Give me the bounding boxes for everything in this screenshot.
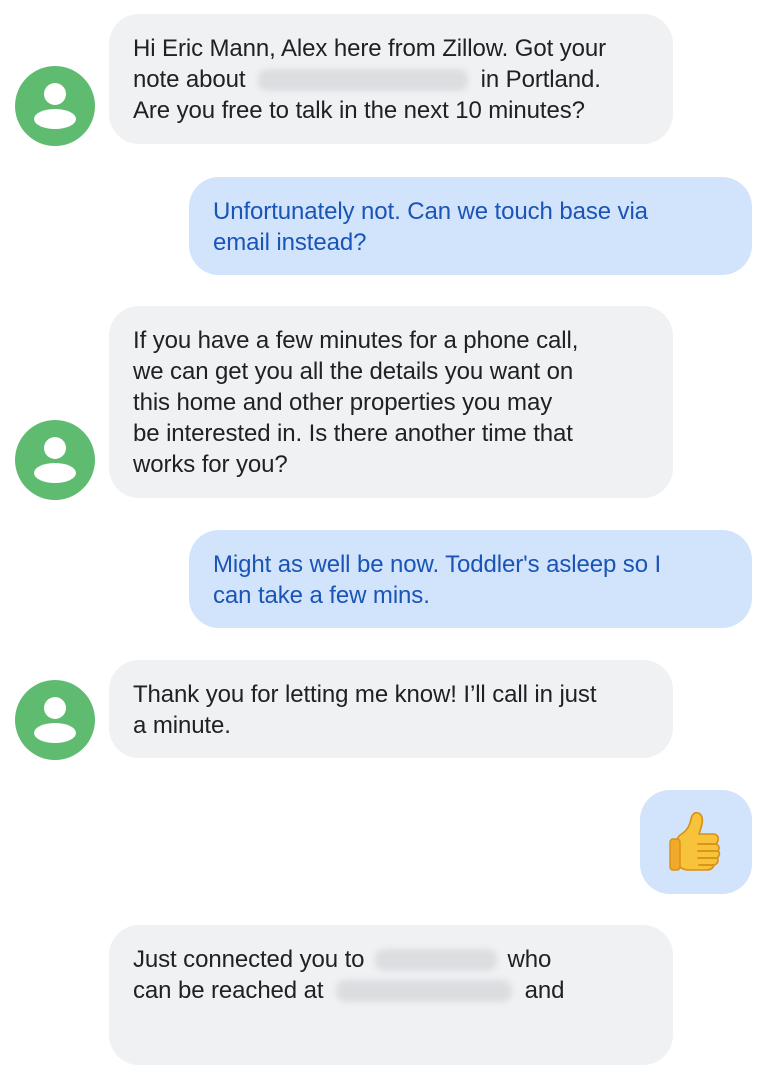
message-line: can take a few mins. bbox=[213, 582, 430, 609]
message-bubble-incoming[interactable]: If you have a few minutes for a phone ca… bbox=[109, 306, 673, 498]
person-icon-head bbox=[44, 83, 66, 105]
message-bubble-outgoing-emoji[interactable] bbox=[640, 790, 752, 894]
sender-avatar bbox=[15, 420, 95, 500]
person-icon-head bbox=[44, 437, 66, 459]
message-line: a minute. bbox=[133, 712, 231, 739]
message-line: email instead? bbox=[213, 229, 367, 256]
redacted-phone bbox=[336, 980, 513, 1002]
message-line: Might as well be now. Toddler's asleep s… bbox=[213, 551, 662, 578]
person-icon-body bbox=[34, 463, 76, 483]
message-line: Thank you for letting me know! I’ll call… bbox=[133, 681, 597, 708]
sender-avatar bbox=[15, 680, 95, 760]
message-text: in Portland. bbox=[480, 66, 601, 93]
message-text: Just connected you to bbox=[133, 946, 365, 973]
person-icon-body bbox=[34, 109, 76, 129]
message-bubble-incoming[interactable]: Hi Eric Mann, Alex here from Zillow. Got… bbox=[109, 14, 673, 144]
message-text: and bbox=[524, 977, 565, 1004]
message-line: Hi Eric Mann, Alex here from Zillow. Got… bbox=[133, 35, 606, 62]
message-line: Just connected you to who bbox=[133, 944, 649, 975]
message-line: works for you? bbox=[133, 451, 288, 478]
redacted-name bbox=[374, 949, 497, 971]
message-text: can be reached at bbox=[133, 977, 324, 1004]
redacted-address bbox=[258, 69, 469, 91]
person-icon-body bbox=[34, 723, 76, 743]
message-bubble-incoming[interactable]: Thank you for letting me know! I’ll call… bbox=[109, 660, 673, 758]
message-line: If you have a few minutes for a phone ca… bbox=[133, 327, 579, 354]
message-line: note about in Portland. bbox=[133, 64, 649, 95]
message-bubble-outgoing[interactable]: Unfortunately not. Can we touch base via… bbox=[189, 177, 752, 275]
message-text: who bbox=[507, 946, 552, 973]
message-line: we can get you all the details you want … bbox=[133, 358, 574, 385]
message-bubble-outgoing[interactable]: Might as well be now. Toddler's asleep s… bbox=[189, 530, 752, 628]
message-line: be interested in. Is there another time … bbox=[133, 420, 573, 447]
message-bubble-incoming[interactable]: Just connected you to who can be reached… bbox=[109, 925, 673, 1065]
person-icon-head bbox=[44, 697, 66, 719]
thumbs-up-icon bbox=[669, 811, 721, 871]
message-line: this home and other properties you may bbox=[133, 389, 553, 416]
message-line: Unfortunately not. Can we touch base via bbox=[213, 198, 648, 225]
message-text: note about bbox=[133, 66, 246, 93]
message-line: can be reached at and bbox=[133, 975, 649, 1006]
sender-avatar bbox=[15, 66, 95, 146]
message-line: Are you free to talk in the next 10 minu… bbox=[133, 97, 585, 124]
